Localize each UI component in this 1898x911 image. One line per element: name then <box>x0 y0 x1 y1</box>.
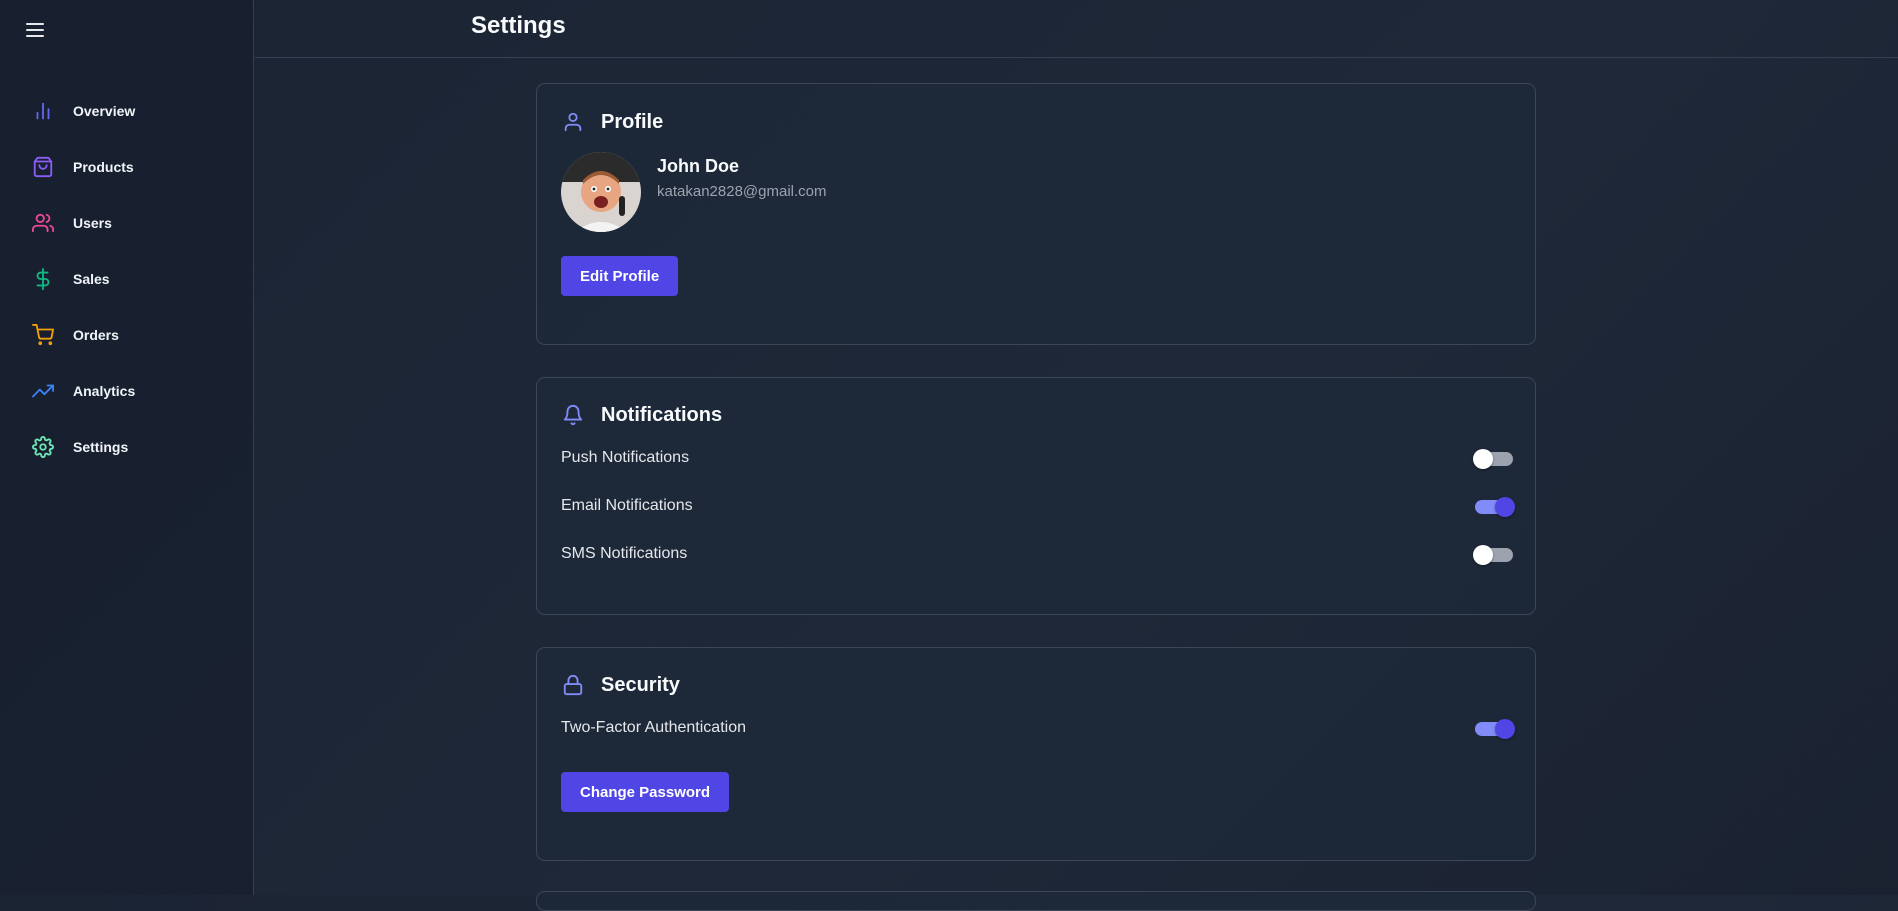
profile-title: Profile <box>601 110 664 133</box>
sidebar-item-users[interactable]: Users <box>0 201 254 245</box>
trending-up-icon <box>31 379 55 403</box>
hamburger-icon[interactable] <box>26 20 46 40</box>
sidebar-item-sales[interactable]: Sales <box>0 257 254 301</box>
notifications-card: Notifications Push Notifications Email N… <box>536 377 1536 615</box>
sidebar-item-label: Analytics <box>73 383 136 399</box>
email-notifications-row: Email Notifications <box>561 492 1515 520</box>
sidebar-item-overview[interactable]: Overview <box>0 89 254 133</box>
shopping-cart-icon <box>31 323 55 347</box>
sidebar-nav: Overview Products Users Sales Orders Ana… <box>0 89 254 481</box>
sidebar-item-label: Users <box>73 215 112 231</box>
gear-icon <box>31 435 55 459</box>
change-password-button[interactable]: Change Password <box>561 772 730 812</box>
push-notifications-label: Push Notifications <box>561 449 690 466</box>
profile-header: Profile <box>561 110 663 134</box>
security-card: Security Two-Factor Authentication Chang… <box>536 647 1536 861</box>
email-notifications-toggle[interactable] <box>1473 494 1515 518</box>
shopping-bag-icon <box>31 155 55 179</box>
push-notifications-row: Push Notifications <box>561 444 1515 472</box>
two-factor-label: Two-Factor Authentication <box>561 719 746 736</box>
security-header: Security <box>561 673 680 697</box>
sidebar: Overview Products Users Sales Orders Ana… <box>0 0 254 895</box>
dollar-sign-icon <box>31 267 55 291</box>
notifications-title: Notifications <box>601 403 723 426</box>
lock-icon <box>561 673 585 697</box>
bell-icon <box>561 403 585 427</box>
two-factor-row: Two-Factor Authentication <box>561 714 1515 742</box>
sms-notifications-toggle[interactable] <box>1473 542 1515 566</box>
push-notifications-toggle[interactable] <box>1473 446 1515 470</box>
bar-chart-icon <box>31 99 55 123</box>
avatar <box>561 152 641 232</box>
sidebar-item-label: Products <box>73 159 134 175</box>
sidebar-item-label: Orders <box>73 327 119 343</box>
sidebar-item-analytics[interactable]: Analytics <box>0 369 254 413</box>
page-title: Settings <box>471 12 566 39</box>
sidebar-item-settings[interactable]: Settings <box>0 425 254 469</box>
user-email: katakan2828@gmail.com <box>657 183 827 200</box>
next-card <box>536 891 1536 911</box>
two-factor-toggle[interactable] <box>1473 716 1515 740</box>
sidebar-item-label: Overview <box>73 103 136 119</box>
user-name: John Doe <box>657 156 740 176</box>
sidebar-item-label: Settings <box>73 439 129 455</box>
sms-notifications-row: SMS Notifications <box>561 540 1515 568</box>
sidebar-item-orders[interactable]: Orders <box>0 313 254 357</box>
edit-profile-button[interactable]: Edit Profile <box>561 256 679 296</box>
users-icon <box>31 211 55 235</box>
notifications-header: Notifications <box>561 403 722 427</box>
sms-notifications-label: SMS Notifications <box>561 545 688 562</box>
security-title: Security <box>601 673 680 696</box>
header: Settings <box>255 0 1898 58</box>
sidebar-item-label: Sales <box>73 271 110 287</box>
profile-card: Profile John Doe katakan2828@gmail.com E… <box>536 83 1536 345</box>
sidebar-item-products[interactable]: Products <box>0 145 254 189</box>
user-icon <box>561 110 585 134</box>
email-notifications-label: Email Notifications <box>561 497 693 514</box>
